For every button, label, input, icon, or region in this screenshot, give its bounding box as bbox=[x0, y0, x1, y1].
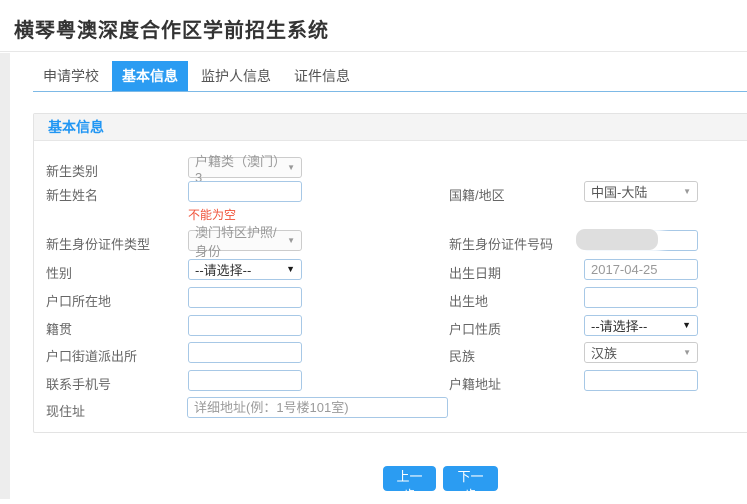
tab-basic-info[interactable]: 基本信息 bbox=[112, 61, 188, 91]
birth-date-label: 出生日期 bbox=[449, 263, 501, 282]
id-number-label: 新生身份证件号码 bbox=[449, 234, 553, 253]
page-title: 横琴粤澳深度合作区学前招生系统 bbox=[14, 20, 329, 42]
police-station-input[interactable] bbox=[188, 342, 302, 363]
gender-value: --请选择-- bbox=[195, 260, 251, 279]
household-type-label: 户口性质 bbox=[449, 319, 501, 338]
household-location-label: 户口所在地 bbox=[46, 291, 111, 310]
tab-bar: 申请学校 基本信息 监护人信息 证件信息 bbox=[33, 61, 747, 92]
ethnicity-label: 民族 bbox=[449, 346, 475, 365]
native-place-label: 籍贯 bbox=[46, 319, 72, 338]
left-gutter bbox=[0, 53, 10, 499]
birth-date-input[interactable] bbox=[584, 259, 698, 280]
nationality-value: 中国-大陆 bbox=[591, 182, 647, 201]
student-name-label: 新生姓名 bbox=[46, 185, 98, 204]
nationality-label: 国籍/地区 bbox=[449, 185, 505, 204]
tab-document-info[interactable]: 证件信息 bbox=[284, 61, 360, 91]
ethnicity-value: 汉族 bbox=[591, 343, 617, 362]
select-arrow-icon: ▼ bbox=[286, 265, 295, 274]
gender-label: 性别 bbox=[46, 263, 72, 282]
registered-address-label: 户籍地址 bbox=[449, 374, 501, 393]
chevron-down-icon: ▼ bbox=[683, 188, 691, 196]
current-address-label: 现住址 bbox=[46, 401, 85, 420]
household-location-input[interactable] bbox=[188, 287, 302, 308]
id-type-value: 澳门特区护照/身份 bbox=[195, 222, 283, 260]
native-place-input[interactable] bbox=[188, 315, 302, 336]
basic-info-panel: 基本信息 新生类别 户籍类（澳门）3 ▼ 新生姓名 不能为空 国籍/地区 中国-… bbox=[33, 113, 747, 433]
form-body: 新生类别 户籍类（澳门）3 ▼ 新生姓名 不能为空 国籍/地区 中国-大陆 ▼ … bbox=[34, 141, 747, 433]
previous-step-button[interactable]: 上一步 bbox=[383, 466, 436, 491]
app-header: 横琴粤澳深度合作区学前招生系统 bbox=[0, 0, 747, 52]
chevron-down-icon: ▼ bbox=[287, 164, 295, 172]
nationality-select[interactable]: 中国-大陆 ▼ bbox=[584, 181, 698, 202]
gender-select[interactable]: --请选择-- ▼ bbox=[188, 259, 302, 280]
section-title: 基本信息 bbox=[34, 114, 747, 141]
birth-place-label: 出生地 bbox=[449, 291, 488, 310]
redaction-blur bbox=[576, 229, 658, 250]
chevron-down-icon: ▼ bbox=[683, 349, 691, 357]
chevron-down-icon: ▼ bbox=[287, 237, 295, 245]
student-category-label: 新生类别 bbox=[46, 161, 98, 180]
registered-address-input[interactable] bbox=[584, 370, 698, 391]
student-category-select: 户籍类（澳门）3 ▼ bbox=[188, 157, 302, 178]
student-category-value: 户籍类（澳门）3 bbox=[195, 151, 283, 185]
student-name-input[interactable] bbox=[188, 181, 302, 202]
phone-label: 联系手机号 bbox=[46, 374, 111, 393]
household-type-select[interactable]: --请选择-- ▼ bbox=[584, 315, 698, 336]
validation-error: 不能为空 bbox=[188, 206, 236, 223]
id-type-select: 澳门特区护照/身份 ▼ bbox=[188, 230, 302, 251]
ethnicity-select[interactable]: 汉族 ▼ bbox=[584, 342, 698, 363]
select-arrow-icon: ▼ bbox=[682, 321, 691, 330]
birth-place-input[interactable] bbox=[584, 287, 698, 308]
police-station-label: 户口街道派出所 bbox=[46, 346, 137, 365]
next-step-button[interactable]: 下一步 bbox=[443, 466, 498, 491]
tab-guardian-info[interactable]: 监护人信息 bbox=[191, 61, 281, 91]
id-type-label: 新生身份证件类型 bbox=[46, 234, 150, 253]
current-address-input[interactable] bbox=[187, 397, 448, 418]
phone-input[interactable] bbox=[188, 370, 302, 391]
household-type-value: --请选择-- bbox=[591, 316, 647, 335]
tab-apply-school[interactable]: 申请学校 bbox=[33, 61, 109, 91]
